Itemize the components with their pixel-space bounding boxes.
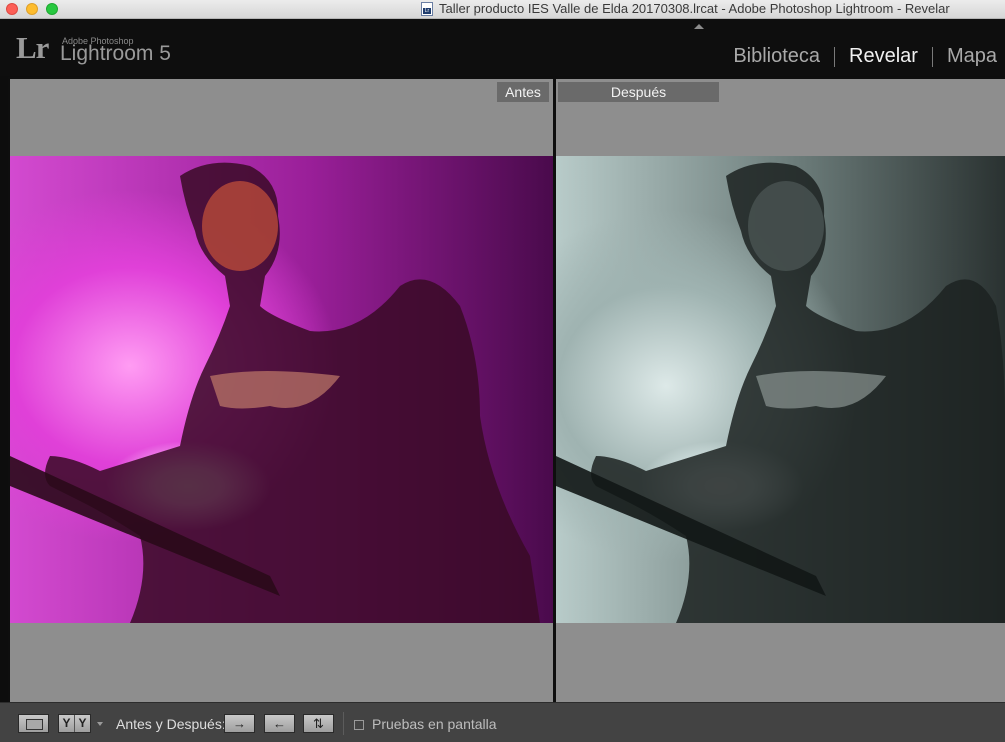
yy-right-glyph: Y	[78, 716, 87, 730]
identity-plate-header: Lr Adobe Photoshop Lightroom 5 Bibliotec…	[0, 19, 1005, 76]
before-after-label: Antes y Después:	[116, 716, 226, 732]
minimize-window-button[interactable]	[26, 3, 38, 15]
yy-left-glyph: Y	[59, 715, 75, 732]
copy-before-to-after-button[interactable]: →	[224, 714, 255, 733]
bottom-toolbar: Y Y Antes y Después: → ← ⇅ Pruebas en pa…	[0, 702, 1005, 742]
before-photo-subject	[10, 162, 540, 623]
module-separator	[931, 46, 933, 67]
loupe-view-icon	[26, 719, 43, 730]
copy-after-to-before-button[interactable]: ←	[264, 714, 295, 733]
module-biblioteca[interactable]: Biblioteca	[733, 45, 820, 68]
view-mode-dropdown-icon[interactable]	[97, 722, 103, 726]
window-title-bar: Lr Taller producto IES Valle de Elda 201…	[0, 0, 1005, 19]
before-after-view: Antes Después	[8, 77, 1005, 702]
app-name: Lightroom 5	[60, 42, 171, 65]
soft-proofing-label[interactable]: Pruebas en pantalla	[372, 716, 497, 732]
swap-before-after-button[interactable]: ⇅	[303, 714, 334, 733]
before-label: Antes	[497, 82, 549, 102]
window-title: Taller producto IES Valle de Elda 201703…	[439, 1, 950, 16]
after-label: Después	[558, 82, 719, 102]
module-mapa[interactable]: Mapa	[947, 45, 997, 68]
catalog-document-icon: Lr	[421, 2, 433, 16]
soft-proofing-checkbox[interactable]	[354, 720, 364, 730]
after-panel[interactable]: Después	[556, 79, 1005, 702]
close-window-button[interactable]	[6, 3, 18, 15]
loupe-view-button[interactable]	[18, 714, 49, 733]
module-picker: Biblioteca Revelar Mapa	[733, 45, 997, 68]
module-revelar[interactable]: Revelar	[849, 45, 918, 68]
collapse-top-panel-icon[interactable]	[694, 24, 704, 29]
before-photo[interactable]	[10, 156, 553, 623]
before-panel[interactable]: Antes	[10, 79, 553, 702]
after-photo-subject	[556, 162, 1005, 623]
doc-icon-label: Lr	[423, 8, 431, 14]
module-separator	[834, 46, 836, 67]
maximize-window-button[interactable]	[46, 3, 58, 15]
after-photo[interactable]	[556, 156, 1005, 623]
before-after-mode-button[interactable]: Y Y	[58, 714, 91, 733]
lightroom-logo: Lr	[16, 30, 49, 65]
toolbar-separator	[343, 712, 344, 735]
